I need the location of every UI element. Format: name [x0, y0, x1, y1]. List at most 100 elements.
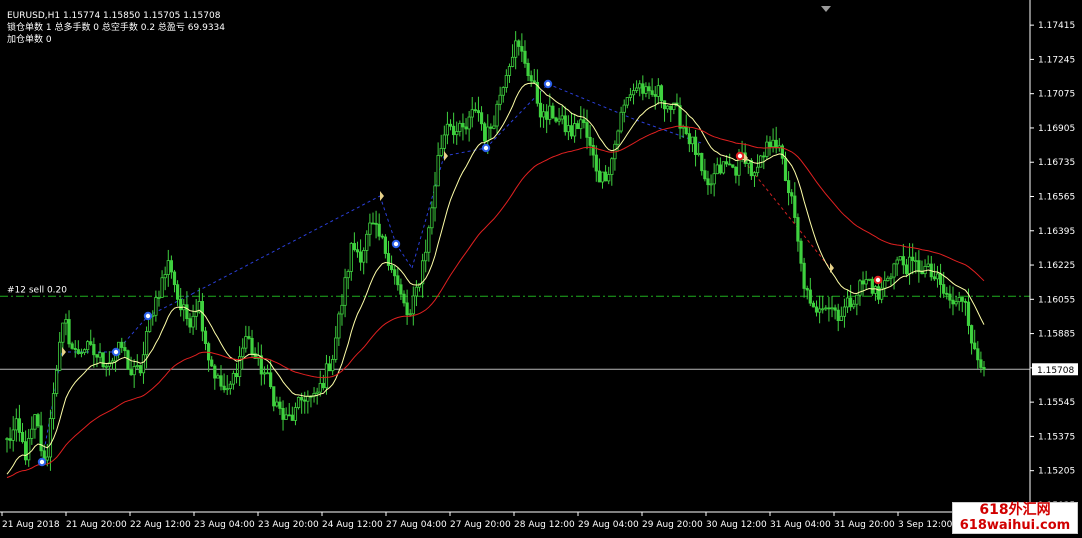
buy-marker[interactable] — [111, 347, 121, 357]
candle-body — [718, 164, 722, 174]
candle-body — [200, 301, 204, 332]
candle-body — [870, 278, 874, 294]
sell-marker[interactable] — [735, 151, 745, 161]
candle-body — [483, 123, 487, 142]
candle-body — [27, 437, 31, 461]
candle-body — [76, 349, 80, 354]
candle-body — [455, 131, 459, 136]
candle-body — [138, 365, 142, 374]
candle-body — [799, 240, 803, 264]
buy-marker[interactable] — [481, 143, 491, 153]
buy-marker[interactable] — [391, 239, 401, 249]
candle-body — [355, 249, 360, 253]
x-tick-label: 24 Aug 12:00 — [322, 520, 383, 530]
candle-body — [210, 359, 214, 367]
candle-body — [911, 256, 915, 262]
candle-body — [405, 302, 409, 316]
candle-body — [712, 173, 716, 185]
candle-body — [883, 280, 887, 289]
candle-body — [678, 105, 682, 129]
candle-body — [852, 303, 856, 308]
candle-body — [700, 152, 704, 172]
candle-body — [303, 399, 307, 402]
x-tick-label: 31 Aug 04:00 — [770, 520, 831, 530]
x-tick-label: 29 Aug 20:00 — [642, 520, 703, 530]
watermark-line1: 618外汇网 — [979, 502, 1051, 518]
candle-body — [486, 126, 490, 142]
candle-body — [365, 233, 369, 251]
candle-body — [228, 383, 232, 390]
candle-body — [594, 154, 598, 172]
price-chart[interactable]: #12 sell 0.20 1.17415 1.17245 1.17075 1.169… — [0, 0, 1082, 538]
candle-body — [585, 122, 589, 138]
trade-link-blue — [443, 147, 487, 157]
candle-body — [11, 429, 15, 441]
candle-body — [306, 395, 310, 402]
candle-body — [731, 164, 735, 168]
candle-body — [746, 160, 750, 164]
candle-body — [144, 331, 149, 356]
y-tick-label: 1.17075 — [1038, 90, 1075, 100]
candle-body — [923, 265, 927, 275]
candle-body — [73, 348, 77, 350]
sell-marker[interactable] — [873, 275, 883, 285]
candle-body — [473, 109, 477, 112]
candle-body — [318, 383, 322, 393]
candle-body — [287, 414, 291, 417]
candle-body — [963, 300, 967, 303]
x-tick-label: 31 Aug 20:00 — [834, 520, 895, 530]
candle-body — [24, 441, 28, 461]
candle-body — [358, 251, 363, 263]
candle-body — [901, 256, 905, 266]
candle-body — [327, 363, 332, 372]
candle-body — [709, 183, 713, 186]
candle-body — [510, 56, 515, 67]
candle-body — [89, 341, 93, 345]
candle-body — [458, 122, 462, 132]
y-tick-label: 1.16225 — [1038, 261, 1075, 271]
candle-body — [526, 62, 530, 77]
candle-body — [169, 260, 173, 273]
candle-body — [470, 109, 474, 118]
watermark-line2: 618waihui.com — [959, 518, 1071, 533]
candle-body — [430, 207, 434, 229]
candle-body — [973, 342, 977, 350]
buy-marker[interactable] — [37, 457, 47, 467]
candle-body — [638, 83, 642, 89]
last-price-label: 1.15708 — [1037, 366, 1074, 376]
candle-body — [569, 125, 574, 137]
chart-shift-icon[interactable] — [821, 6, 831, 12]
candle-body — [467, 116, 471, 130]
candle-body — [234, 373, 239, 378]
candle-body — [95, 354, 99, 358]
candle-body — [30, 428, 34, 439]
buy-marker[interactable] — [543, 79, 553, 89]
candle-body — [979, 359, 983, 368]
candle-body — [166, 260, 170, 275]
candle-body — [563, 115, 567, 133]
y-tick-label: 1.16395 — [1038, 227, 1075, 237]
candle-body — [666, 105, 670, 110]
candle-body — [51, 393, 56, 420]
candle-body — [808, 289, 812, 304]
buy-marker[interactable] — [143, 311, 153, 321]
candle-body — [802, 262, 806, 289]
x-tick-label: 23 Aug 04:00 — [194, 520, 255, 530]
candle-body — [607, 174, 611, 182]
ea-status-line: 锁仓单数 1 总多手数 0 总空手数 0.2 总盈亏 69.9334 — [7, 23, 226, 33]
candle-body — [393, 269, 397, 277]
candle-body — [185, 304, 189, 320]
x-tick-label: 22 Aug 12:00 — [130, 520, 191, 530]
x-tick-label: 3 Sep 12:00 — [898, 520, 953, 530]
candle-body — [352, 243, 356, 251]
y-tick-label: 1.16055 — [1038, 295, 1075, 305]
candle-body — [402, 293, 406, 304]
close-arrow — [380, 191, 384, 201]
candle-body — [324, 363, 329, 389]
candle-body — [362, 250, 366, 263]
candle-body — [653, 94, 657, 97]
x-tick-label: 27 Aug 04:00 — [386, 520, 447, 530]
candle-body — [724, 161, 729, 165]
candle-body — [427, 227, 431, 253]
close-arrow — [830, 263, 834, 273]
